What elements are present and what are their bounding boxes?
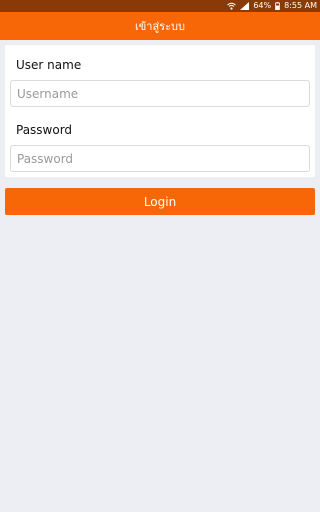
signal-icon [240,2,250,10]
password-label: Password [16,123,73,137]
status-bar: 64% 8:55 AM [0,0,320,12]
wifi-icon [227,2,237,10]
battery-icon [275,2,281,10]
app-bar: เข้าสู่ระบบ [0,12,320,40]
login-button-label: Login [143,194,177,209]
login-button[interactable]: Login [5,188,315,215]
page-title: เข้าสู่ระบบ [135,20,185,33]
username-label: User name [16,58,82,72]
login-form: User name Password [5,45,315,177]
password-input[interactable] [10,145,310,172]
username-input[interactable] [10,80,310,107]
battery-percent: 64% [253,1,272,10]
status-time: 8:55 AM [284,1,317,10]
